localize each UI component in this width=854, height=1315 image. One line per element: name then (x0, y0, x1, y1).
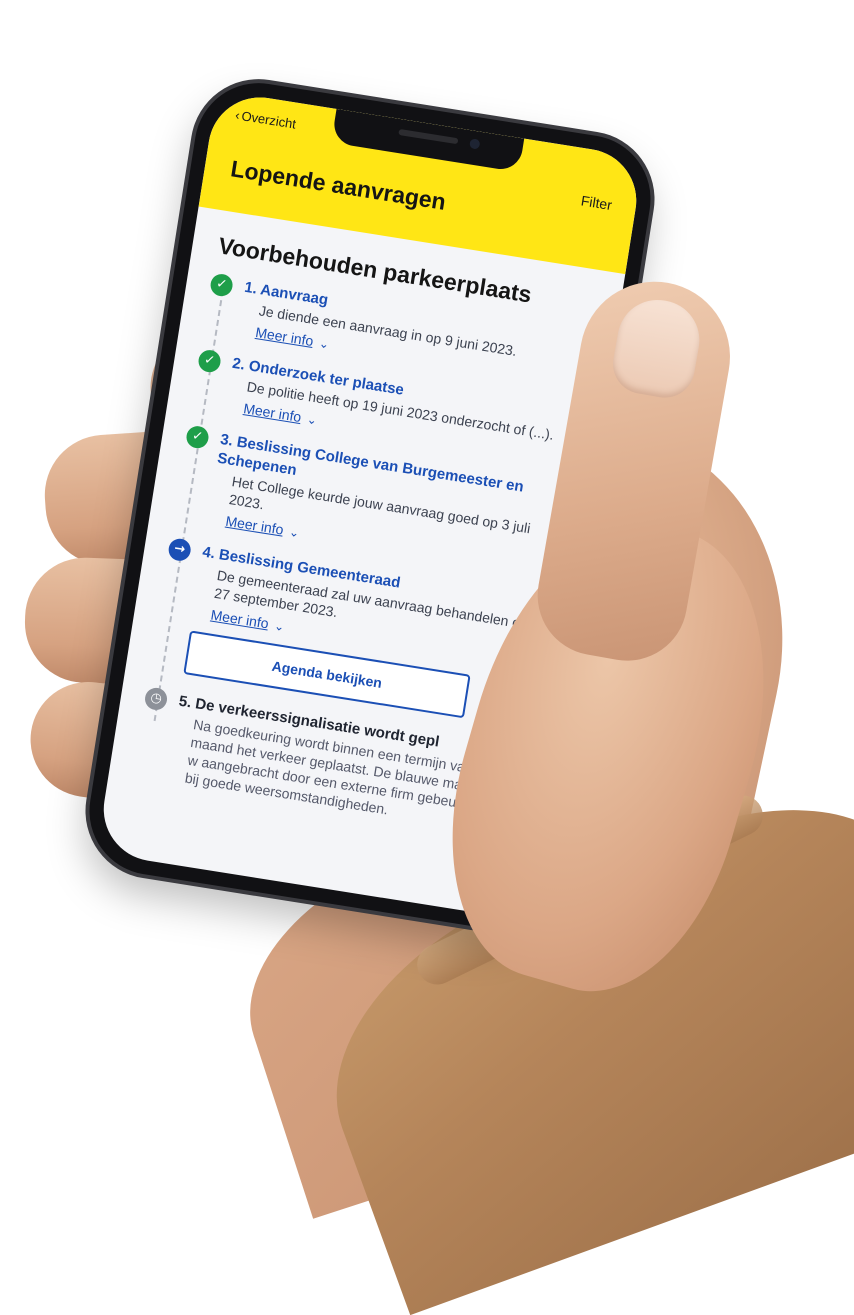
meer-info-link[interactable]: Meer info (210, 607, 270, 632)
meer-info-link[interactable]: Meer info (242, 400, 302, 425)
checkmark-icon: ✓ (196, 348, 223, 374)
arrow-right-icon: → (167, 537, 193, 563)
chevron-down-icon[interactable]: ⌄ (318, 336, 330, 351)
meer-info-link[interactable]: Meer info (254, 324, 314, 349)
front-camera (469, 138, 481, 150)
page-title: Lopende aanvragen (228, 155, 448, 215)
meer-info-link[interactable]: Meer info (225, 513, 285, 538)
chevron-down-icon[interactable]: ⌄ (306, 412, 318, 427)
clock-icon: ◷ (143, 686, 169, 712)
chevron-down-icon[interactable]: ⌄ (288, 525, 300, 540)
filter-button[interactable]: Filter (580, 192, 613, 213)
chevron-down-icon[interactable]: ⌄ (273, 619, 285, 634)
back-link[interactable]: ‹Overzicht (234, 107, 297, 131)
back-link-label: Overzicht (240, 108, 298, 132)
speaker-grille (398, 128, 459, 145)
checkmark-icon: ✓ (184, 424, 211, 450)
checkmark-icon: ✓ (208, 272, 235, 298)
